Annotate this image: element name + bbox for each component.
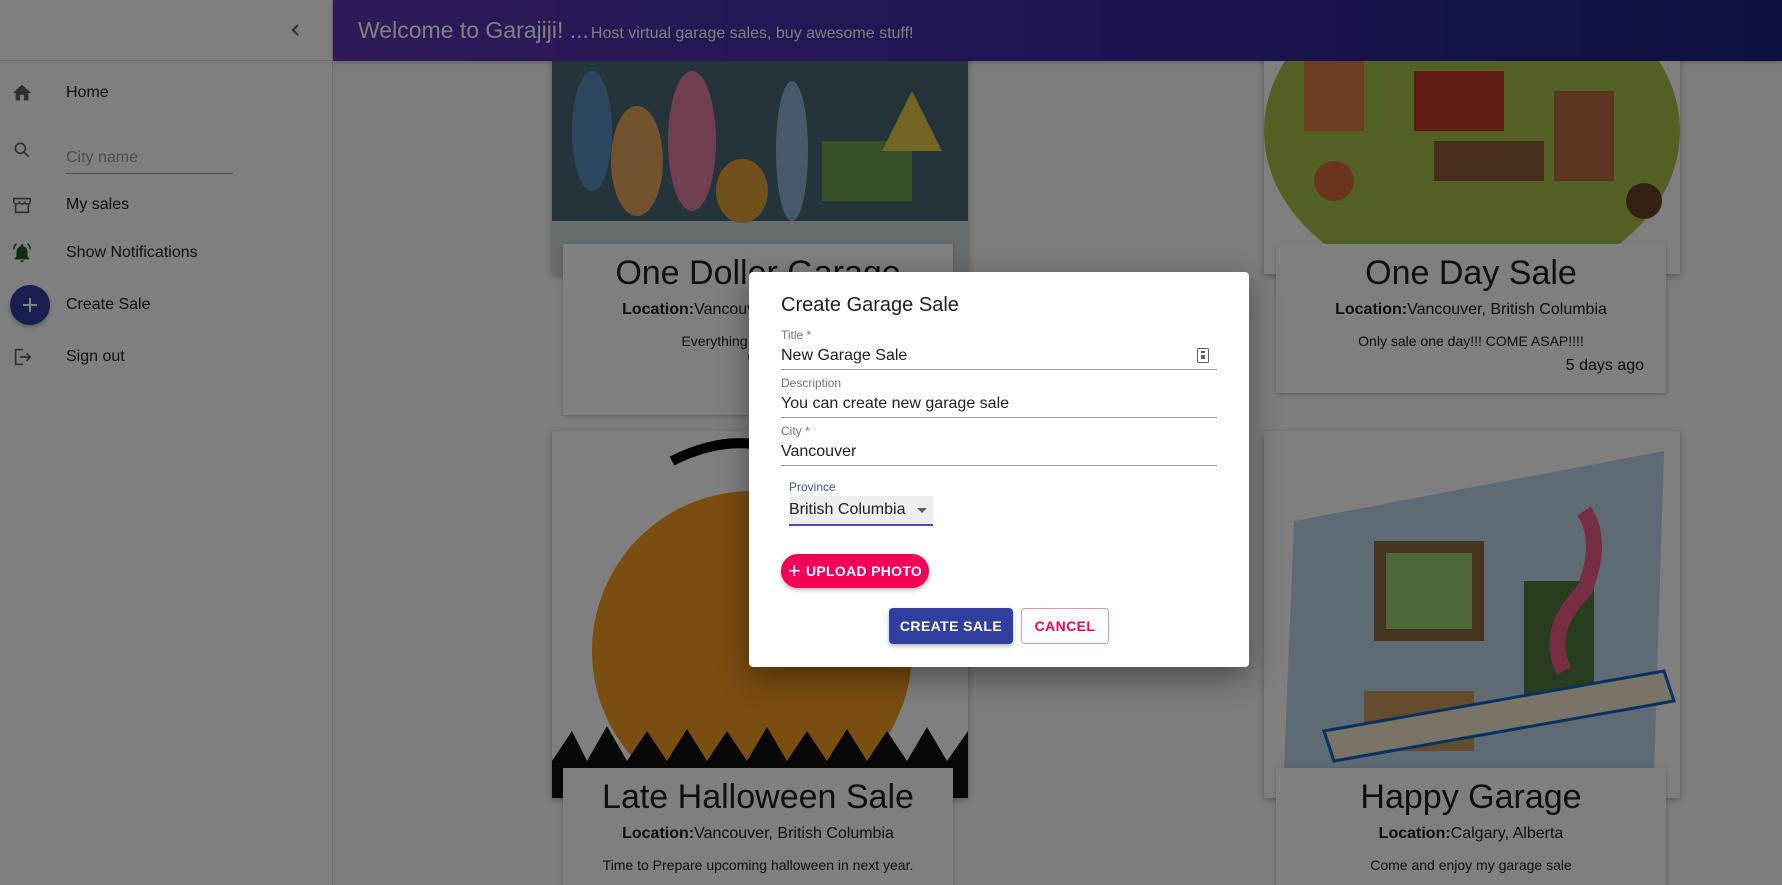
city-field-label: City * [781, 424, 810, 438]
description-input-value: You can create new garage sale [781, 394, 1010, 412]
province-field-label: Province [789, 480, 836, 494]
title-input[interactable]: New Garage Sale [781, 342, 1217, 370]
create-sale-dialog: Create Garage Sale Title * New Garage Sa… [749, 272, 1249, 667]
description-field-label: Description [781, 376, 842, 390]
city-input-value: Vancouver [781, 442, 857, 460]
province-select[interactable]: British Columbia [789, 496, 933, 526]
province-select-value: British Columbia [789, 501, 906, 518]
create-sale-button[interactable]: CREATE SALE [889, 608, 1013, 644]
upload-photo-label: UPLOAD PHOTO [806, 563, 923, 579]
city-field[interactable]: City * Vancouver [781, 424, 1217, 466]
province-field[interactable]: Province British Columbia [789, 480, 933, 526]
dialog-title: Create Garage Sale [781, 294, 959, 316]
title-input-value: New Garage Sale [781, 346, 908, 364]
upload-photo-button[interactable]: + UPLOAD PHOTO [781, 554, 929, 588]
title-field[interactable]: Title * New Garage Sale [781, 328, 1217, 370]
description-input[interactable]: You can create new garage sale [781, 390, 1217, 418]
autofill-icon[interactable] [1197, 348, 1209, 363]
city-input[interactable]: Vancouver [781, 438, 1217, 466]
plus-icon: + [787, 558, 801, 583]
description-field[interactable]: Description You can create new garage sa… [781, 376, 1217, 418]
title-field-label: Title * [781, 328, 812, 342]
cancel-button[interactable]: CANCEL [1021, 608, 1109, 644]
caret-down-icon [917, 507, 927, 513]
